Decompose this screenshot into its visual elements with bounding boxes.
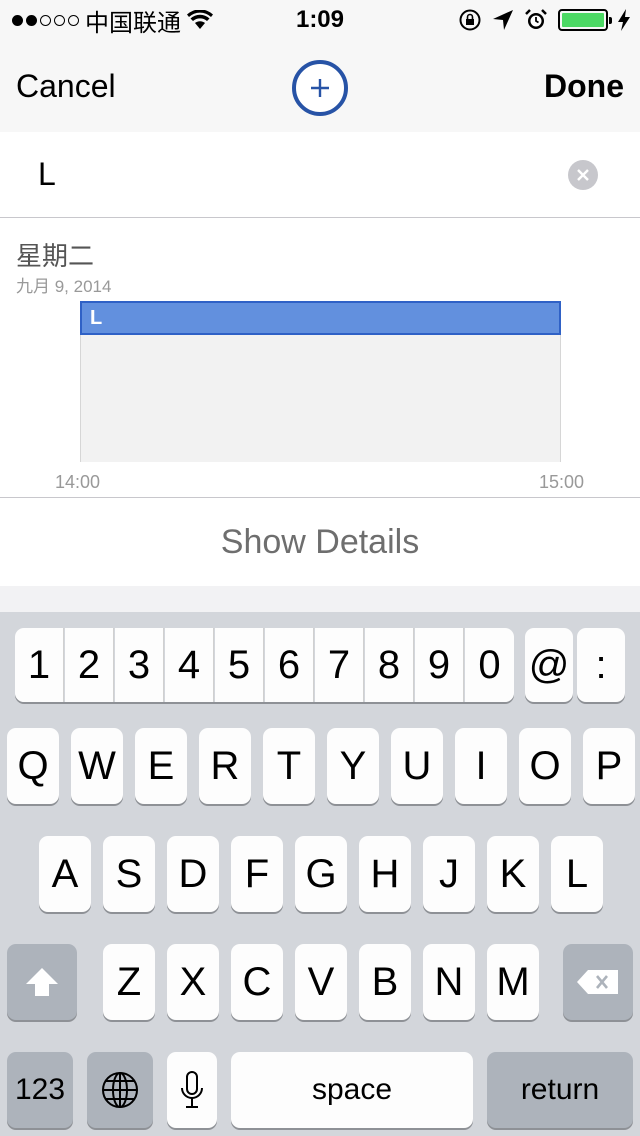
key-n[interactable]: N (423, 944, 475, 1020)
key-8[interactable]: 8 (365, 628, 414, 702)
key-v[interactable]: V (295, 944, 347, 1020)
key-d[interactable]: D (167, 836, 219, 912)
key-t[interactable]: T (263, 728, 315, 804)
key-z[interactable]: Z (103, 944, 155, 1020)
key-7[interactable]: 7 (315, 628, 364, 702)
key-5[interactable]: 5 (215, 628, 264, 702)
clear-x-icon (577, 169, 589, 181)
dictation-key[interactable] (167, 1052, 217, 1128)
key-p[interactable]: P (583, 728, 635, 804)
delete-key[interactable] (563, 944, 633, 1020)
key-y[interactable]: Y (327, 728, 379, 804)
key-9[interactable]: 9 (415, 628, 464, 702)
nav-bar: Cancel Done (0, 40, 640, 132)
cancel-button[interactable]: Cancel (16, 68, 116, 105)
key-4[interactable]: 4 (165, 628, 214, 702)
microphone-icon (181, 1071, 203, 1108)
numbers-mode-key[interactable]: 123 (7, 1052, 73, 1128)
key-colon[interactable]: : (577, 628, 625, 702)
date-label: 九月 9, 2014 (16, 277, 112, 296)
event-block-title: L (90, 307, 103, 329)
show-details-button[interactable]: Show Details (0, 498, 640, 586)
keyboard: 1 2 3 4 5 6 7 8 9 0 @ : Q W E R T Y U I … (0, 612, 640, 1136)
done-button[interactable]: Done (544, 68, 624, 105)
return-key[interactable]: return (487, 1052, 633, 1128)
key-s[interactable]: S (103, 836, 155, 912)
key-c[interactable]: C (231, 944, 283, 1020)
key-6[interactable]: 6 (265, 628, 314, 702)
clear-text-button[interactable] (568, 160, 598, 190)
key-j[interactable]: J (423, 836, 475, 912)
status-bar: 中国联通 1:09 (0, 0, 640, 40)
rotation-lock-icon (459, 9, 481, 31)
key-b[interactable]: B (359, 944, 411, 1020)
start-time-label: 14:00 (55, 472, 101, 492)
number-row: 1 2 3 4 5 6 7 8 9 0 (15, 628, 514, 702)
weekday-label: 星期二 (16, 241, 95, 271)
key-e[interactable]: E (135, 728, 187, 804)
key-u[interactable]: U (391, 728, 443, 804)
shift-arrow-icon (26, 968, 58, 996)
key-k[interactable]: K (487, 836, 539, 912)
key-o[interactable]: O (519, 728, 571, 804)
key-2[interactable]: 2 (65, 628, 114, 702)
key-x[interactable]: X (167, 944, 219, 1020)
day-preview: 星期二 九月 9, 2014 L 14:00 15:00 (0, 218, 640, 498)
key-r[interactable]: R (199, 728, 251, 804)
event-title-input[interactable] (38, 152, 518, 196)
location-icon (493, 10, 513, 30)
key-q[interactable]: Q (7, 728, 59, 804)
event-title-row (0, 132, 640, 218)
event-block[interactable]: L (80, 301, 561, 335)
add-button[interactable] (292, 60, 348, 116)
globe-icon (102, 1072, 138, 1108)
end-time-label: 15:00 (538, 472, 584, 492)
key-1[interactable]: 1 (15, 628, 64, 702)
key-l[interactable]: L (551, 836, 603, 912)
battery-level (562, 13, 604, 27)
key-i[interactable]: I (455, 728, 507, 804)
globe-key[interactable] (87, 1052, 153, 1128)
separator (0, 586, 640, 612)
key-f[interactable]: F (231, 836, 283, 912)
alarm-icon (525, 9, 547, 29)
charging-icon (618, 9, 630, 31)
key-at[interactable]: @ (525, 628, 573, 702)
battery-icon (558, 9, 612, 31)
key-g[interactable]: G (295, 836, 347, 912)
key-a[interactable]: A (39, 836, 91, 912)
key-w[interactable]: W (71, 728, 123, 804)
backspace-icon (577, 970, 618, 994)
space-key[interactable]: space (231, 1052, 473, 1128)
key-h[interactable]: H (359, 836, 411, 912)
key-0[interactable]: 0 (465, 628, 514, 702)
shift-key[interactable] (7, 944, 77, 1020)
key-m[interactable]: M (487, 944, 539, 1020)
plus-icon (311, 79, 329, 97)
key-3[interactable]: 3 (115, 628, 164, 702)
